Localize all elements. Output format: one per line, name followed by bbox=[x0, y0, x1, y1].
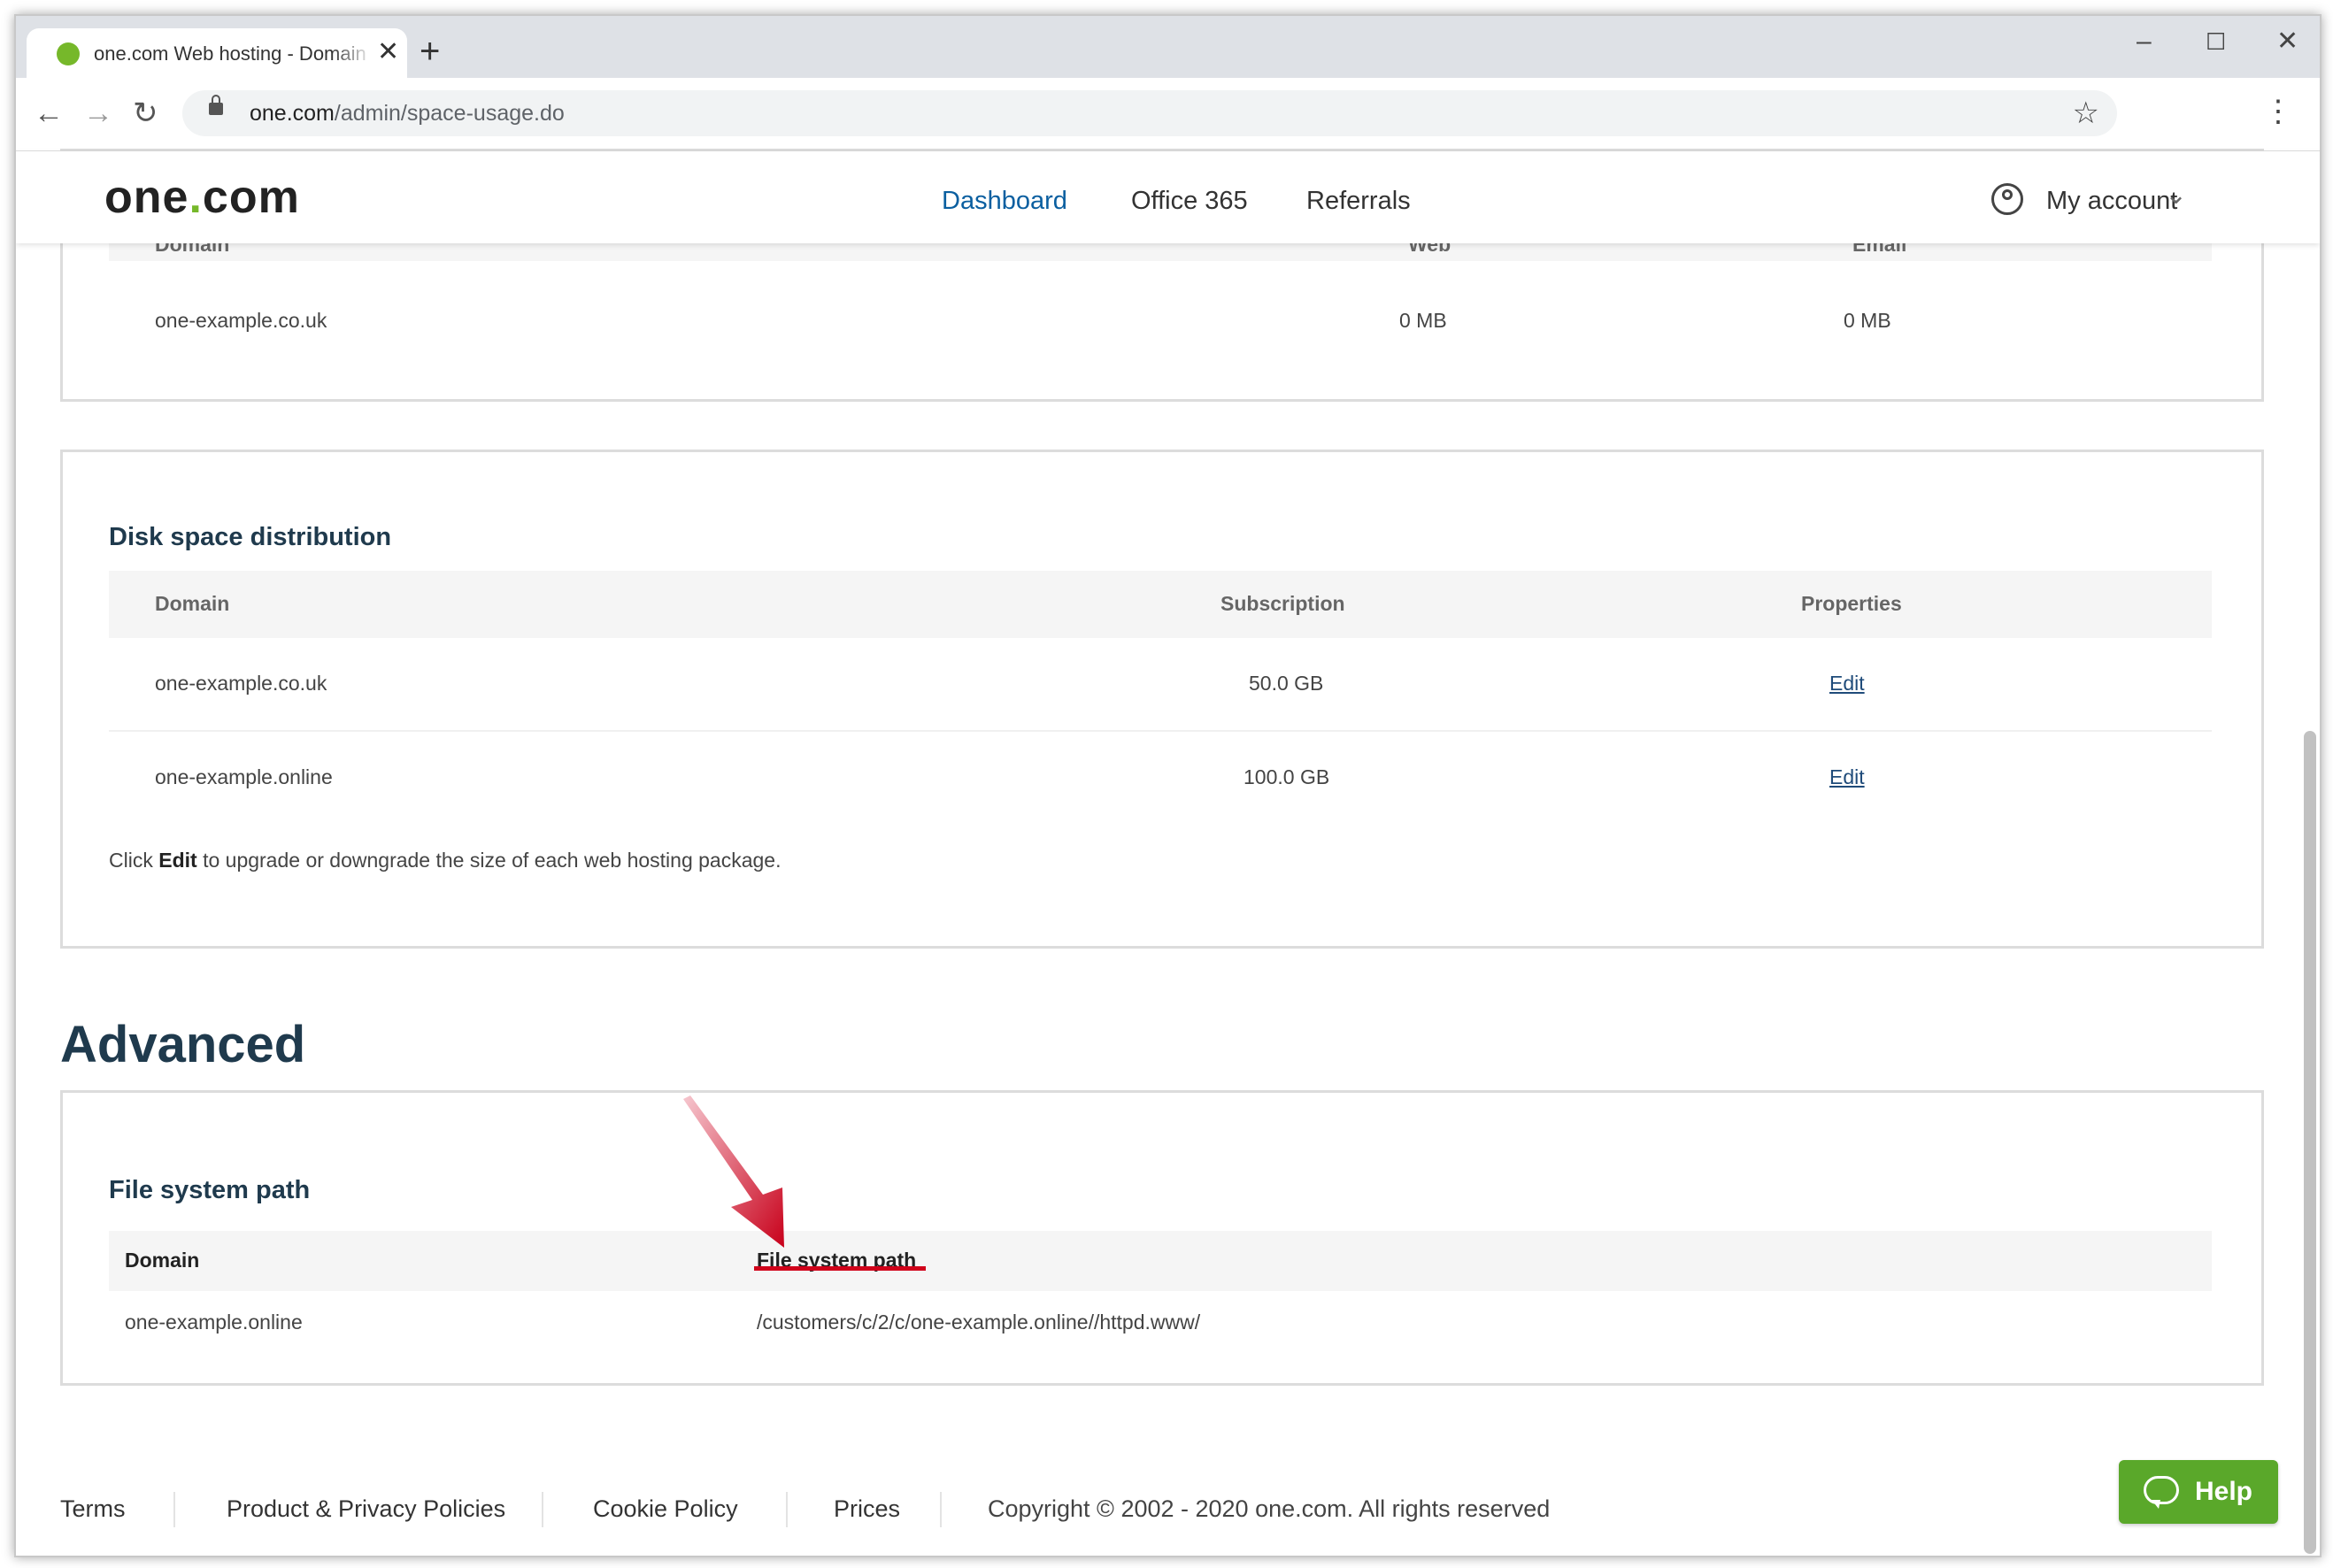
new-tab-icon[interactable]: + bbox=[420, 34, 440, 69]
footer-copyright: Copyright © 2002 - 2020 one.com. All rig… bbox=[988, 1495, 1551, 1522]
maximize-icon[interactable]: ☐ bbox=[2206, 27, 2226, 57]
lock-icon bbox=[209, 95, 223, 115]
one-com-logo[interactable]: one.com bbox=[104, 171, 300, 224]
forward-arrow-icon[interactable]: → bbox=[83, 96, 113, 131]
path-table-header: Domain File system path bbox=[109, 1231, 2212, 1291]
help-chat-button[interactable]: Help bbox=[2119, 1460, 2278, 1524]
my-account-menu[interactable]: My account bbox=[2046, 185, 2177, 217]
footer-privacy-link[interactable]: Product & Privacy Policies bbox=[227, 1494, 505, 1524]
footer-divider bbox=[786, 1492, 788, 1527]
browser-titlebar: one.com Web hosting - Domain ✕ + – ☐ ✕ bbox=[16, 16, 2320, 78]
tab-title: one.com Web hosting - Domain bbox=[94, 42, 366, 65]
chat-bubble-icon bbox=[2144, 1476, 2179, 1509]
footer-prices-link[interactable]: Prices bbox=[834, 1494, 900, 1524]
page-scrollbar[interactable] bbox=[2304, 731, 2316, 1554]
browser-toolbar: ← → ↻ one.com/admin/space-usage.do ☆ ⋮ bbox=[16, 78, 2320, 151]
advanced-section-title: Advanced bbox=[60, 1016, 306, 1073]
annotation-arrow-icon bbox=[683, 1095, 784, 1248]
footer-divider bbox=[940, 1492, 942, 1527]
disk-header-properties: Properties bbox=[1801, 592, 1902, 615]
edit-link[interactable]: Edit bbox=[1829, 764, 1865, 790]
minimize-icon[interactable]: – bbox=[2137, 27, 2152, 57]
back-arrow-icon[interactable]: ← bbox=[34, 96, 64, 131]
url-text: one.com/admin/space-usage.do bbox=[250, 101, 565, 126]
site-favicon-icon bbox=[57, 42, 80, 65]
footer-terms-link[interactable]: Terms bbox=[60, 1494, 126, 1524]
disk-row-subscription: 50.0 GB bbox=[1249, 672, 1324, 695]
site-header: one.com Dashboard Office 365 Referrals M… bbox=[16, 151, 2320, 243]
disk-header-domain: Domain bbox=[155, 592, 230, 615]
footer-divider bbox=[173, 1492, 175, 1527]
disk-row-domain: one-example.co.uk bbox=[155, 672, 327, 695]
row-divider bbox=[109, 730, 2212, 732]
window-close-icon[interactable]: ✕ bbox=[2276, 27, 2298, 57]
help-label: Help bbox=[2195, 1477, 2253, 1506]
disk-space-note: Click Edit to upgrade or downgrade the s… bbox=[109, 849, 782, 872]
browser-window: one.com Web hosting - Domain ✕ + – ☐ ✕ ←… bbox=[14, 14, 2321, 1557]
disk-row-domain: one-example.online bbox=[155, 765, 333, 788]
path-row-value: /customers/c/2/c/one-example.online//htt… bbox=[757, 1311, 1201, 1334]
file-system-path-card: File system path Domain File system path… bbox=[60, 1090, 2264, 1386]
browser-tab[interactable]: one.com Web hosting - Domain ✕ bbox=[27, 28, 407, 78]
path-header-domain: Domain bbox=[125, 1249, 200, 1272]
annotation-underline bbox=[754, 1266, 926, 1271]
usage-row-web: 0 MB bbox=[1399, 309, 1447, 332]
address-bar[interactable]: one.com/admin/space-usage.do ☆ bbox=[182, 90, 2117, 136]
disk-row-subscription: 100.0 GB bbox=[1243, 765, 1330, 788]
disk-header-subscription: Subscription bbox=[1220, 592, 1345, 615]
path-row-domain: one-example.online bbox=[125, 1311, 303, 1334]
account-user-icon[interactable] bbox=[1991, 183, 2023, 215]
usage-row-email: 0 MB bbox=[1844, 309, 1891, 332]
browser-menu-icon[interactable]: ⋮ bbox=[2263, 94, 2293, 129]
disk-space-card: Disk space distribution Domain Subscript… bbox=[60, 450, 2264, 949]
reload-icon[interactable]: ↻ bbox=[133, 96, 158, 131]
disk-space-title: Disk space distribution bbox=[109, 523, 392, 551]
chevron-down-icon[interactable]: ⌄ bbox=[2165, 178, 2187, 213]
disk-table-header: Domain Subscription Properties bbox=[109, 571, 2212, 638]
file-system-path-title: File system path bbox=[109, 1176, 311, 1204]
footer-cookie-link[interactable]: Cookie Policy bbox=[593, 1494, 738, 1524]
usage-row-domain: one-example.co.uk bbox=[155, 309, 327, 332]
bookmark-star-icon[interactable]: ☆ bbox=[2073, 96, 2099, 131]
tab-close-icon[interactable]: ✕ bbox=[377, 37, 399, 67]
nav-referrals[interactable]: Referrals bbox=[1306, 185, 1411, 217]
nav-dashboard[interactable]: Dashboard bbox=[942, 185, 1067, 217]
footer-divider bbox=[542, 1492, 543, 1527]
edit-link[interactable]: Edit bbox=[1829, 670, 1865, 696]
nav-office-365[interactable]: Office 365 bbox=[1131, 185, 1248, 217]
